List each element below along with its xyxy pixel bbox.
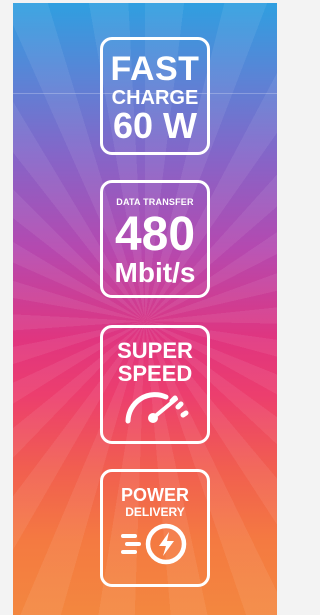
power-label: POWER xyxy=(120,485,189,505)
delivery-label: DELIVERY xyxy=(125,505,185,519)
super-speed-badge: SUPER SPEED xyxy=(100,325,210,444)
fast-charge-badge: FAST CHARGE 60 W xyxy=(100,37,210,155)
wattage-label: 60 W xyxy=(112,105,198,146)
feature-panel: FAST CHARGE 60 W DATA TRANSFER 480 Mbit/… xyxy=(13,3,277,615)
transfer-rate-value: 480 xyxy=(114,208,196,261)
fast-charge-bolt-icon xyxy=(121,523,187,565)
data-transfer-label: DATA TRANSFER xyxy=(116,197,194,207)
fast-label: FAST xyxy=(110,50,200,88)
transfer-rate-unit: Mbit/s xyxy=(114,257,196,288)
power-delivery-badge: POWER DELIVERY xyxy=(100,469,210,587)
super-label: SUPER xyxy=(117,338,193,363)
speedometer-icon xyxy=(125,392,189,424)
speed-label: SPEED xyxy=(117,361,193,386)
data-transfer-badge: DATA TRANSFER 480 Mbit/s xyxy=(100,180,210,298)
